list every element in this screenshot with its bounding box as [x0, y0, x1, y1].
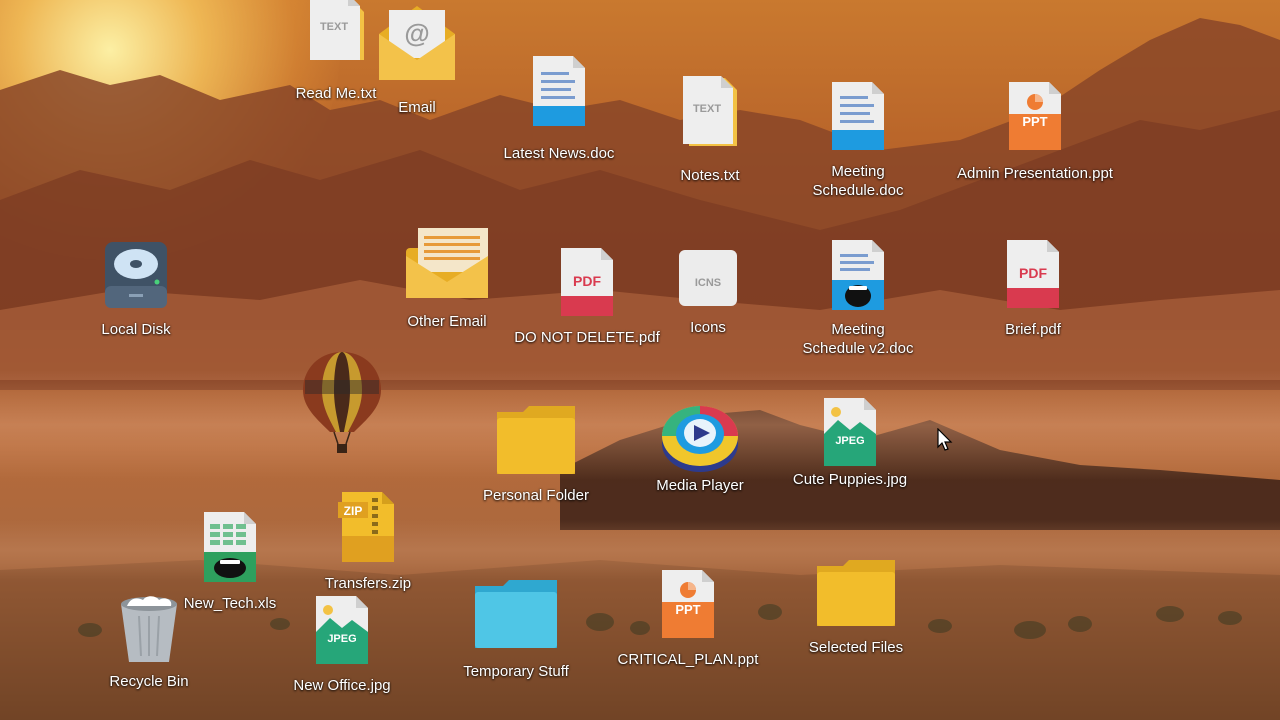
icon-label: Email [398, 99, 436, 116]
hard-disk-icon [105, 242, 167, 308]
desktop-icon-icons[interactable]: ICNS Icons [668, 248, 748, 337]
icon-label: Admin Presentation.ppt [957, 165, 1113, 182]
desktop-icon-email[interactable]: @ Email [370, 6, 464, 117]
desktop-icon-notes-txt[interactable]: TEXT Notes.txt [664, 76, 756, 185]
text-file-icon: TEXT [310, 0, 364, 60]
desktop-icon-read-me-txt[interactable]: TEXT Read Me.txt [290, 0, 382, 103]
icon-label: Meeting Schedule.doc [812, 163, 904, 199]
desktop-icon-personal-folder[interactable]: Personal Folder [480, 404, 592, 505]
yellow-folder-icon [497, 406, 575, 474]
ppt-badge: PPT [675, 602, 700, 617]
icon-label: Recycle Bin [109, 673, 189, 690]
icon-label: Latest News.doc [503, 145, 615, 162]
screaming-document-icon [832, 240, 884, 310]
icon-label: Personal Folder [483, 487, 589, 504]
jpeg-image-icon: JPEG [316, 596, 368, 664]
icon-label: Icons [690, 319, 726, 336]
ppt-badge: PPT [1022, 114, 1047, 129]
desktop-icon-recycle-bin[interactable]: Recycle Bin [104, 594, 194, 691]
desktop-icon-admin-presentation-ppt[interactable]: PPT Admin Presentation.ppt [952, 82, 1118, 183]
icon-label: CRITICAL_PLAN.ppt [617, 651, 759, 668]
icon-label: Notes.txt [680, 167, 740, 184]
powerpoint-file-icon: PPT [662, 570, 714, 638]
icon-label: DO NOT DELETE.pdf [514, 329, 660, 346]
desktop-icon-other-email[interactable]: Other Email [402, 226, 492, 331]
jpeg-badge: JPEG [835, 435, 864, 447]
screaming-spreadsheet-icon [204, 512, 256, 582]
desktop-icon-media-player[interactable]: Media Player [652, 398, 748, 495]
jpeg-image-icon: JPEG [824, 398, 876, 466]
icon-label: Transfers.zip [324, 575, 412, 592]
yellow-folder-icon [817, 560, 895, 626]
desktop-icon-selected-files[interactable]: Selected Files [804, 558, 908, 657]
icon-label: Read Me.txt [295, 85, 377, 102]
desktop-icon-transfers-zip[interactable]: ZIP Transfers.zip [318, 492, 418, 593]
pdf-badge: PDF [573, 273, 601, 289]
word-document-icon [533, 56, 585, 126]
word-document-icon [832, 82, 884, 150]
icns-file-icon: ICNS [679, 250, 737, 306]
email-envelope-icon: @ [379, 6, 455, 80]
icon-label: Cute Puppies.jpg [792, 471, 908, 488]
desktop-icon-new-office-jpg[interactable]: JPEG New Office.jpg [286, 596, 398, 695]
icon-label: Local Disk [101, 321, 171, 338]
icns-badge: ICNS [695, 277, 721, 289]
desktop-icon-meeting-schedule-v2-doc[interactable]: Meeting Schedule v2.doc [798, 240, 918, 358]
desktop-icon-temporary-stuff[interactable]: Temporary Stuff [456, 578, 576, 681]
icon-label: Selected Files [808, 639, 904, 656]
icon-label: New_Tech.xls [183, 595, 277, 612]
text-badge: TEXT [693, 103, 721, 115]
haze-band [0, 370, 1280, 480]
text-badge: TEXT [320, 21, 348, 33]
blue-folder-icon [475, 580, 557, 648]
icon-label: Other Email [407, 313, 487, 330]
desktop-icon-critical-plan-ppt[interactable]: PPT CRITICAL_PLAN.ppt [614, 570, 762, 669]
at-sign: @ [404, 18, 429, 48]
desktop-icon-meeting-schedule-doc[interactable]: Meeting Schedule.doc [800, 82, 916, 200]
desktop-icon-latest-news-doc[interactable]: Latest News.doc [500, 56, 618, 163]
pdf-badge: PDF [1019, 265, 1047, 281]
recycle-bin-icon [121, 596, 177, 662]
pdf-file-icon: PDF [561, 248, 613, 316]
icon-label: Temporary Stuff [463, 663, 569, 680]
icon-label: Media Player [656, 477, 744, 494]
pdf-file-icon: PDF [1007, 240, 1059, 308]
desktop-icon-cute-puppies-jpg[interactable]: JPEG Cute Puppies.jpg [786, 398, 914, 489]
zip-badge: ZIP [344, 504, 363, 518]
desktop-icon-brief-pdf[interactable]: PDF Brief.pdf [990, 240, 1076, 339]
icon-label: Brief.pdf [1005, 321, 1061, 338]
text-file-icon: TEXT [683, 76, 737, 146]
hot-air-balloon [303, 352, 381, 453]
powerpoint-file-icon: PPT [1009, 82, 1061, 150]
icon-label: New Office.jpg [293, 677, 391, 694]
icon-label: Meeting Schedule v2.doc [802, 321, 914, 357]
desktop-icon-do-not-delete-pdf[interactable]: PDF DO NOT DELETE.pdf [510, 248, 664, 347]
jpeg-badge: JPEG [327, 633, 356, 645]
mouse-pointer-icon [937, 428, 953, 451]
desktop-icon-local-disk[interactable]: Local Disk [96, 240, 176, 339]
media-player-disc-icon [662, 406, 738, 472]
desktop-icon-new-tech-xls[interactable]: New_Tech.xls [180, 512, 280, 613]
desktop: TEXT Read Me.txt @ Email Latest News.doc… [0, 0, 1280, 720]
open-envelope-icon [406, 228, 488, 298]
zip-archive-icon: ZIP [338, 492, 394, 562]
